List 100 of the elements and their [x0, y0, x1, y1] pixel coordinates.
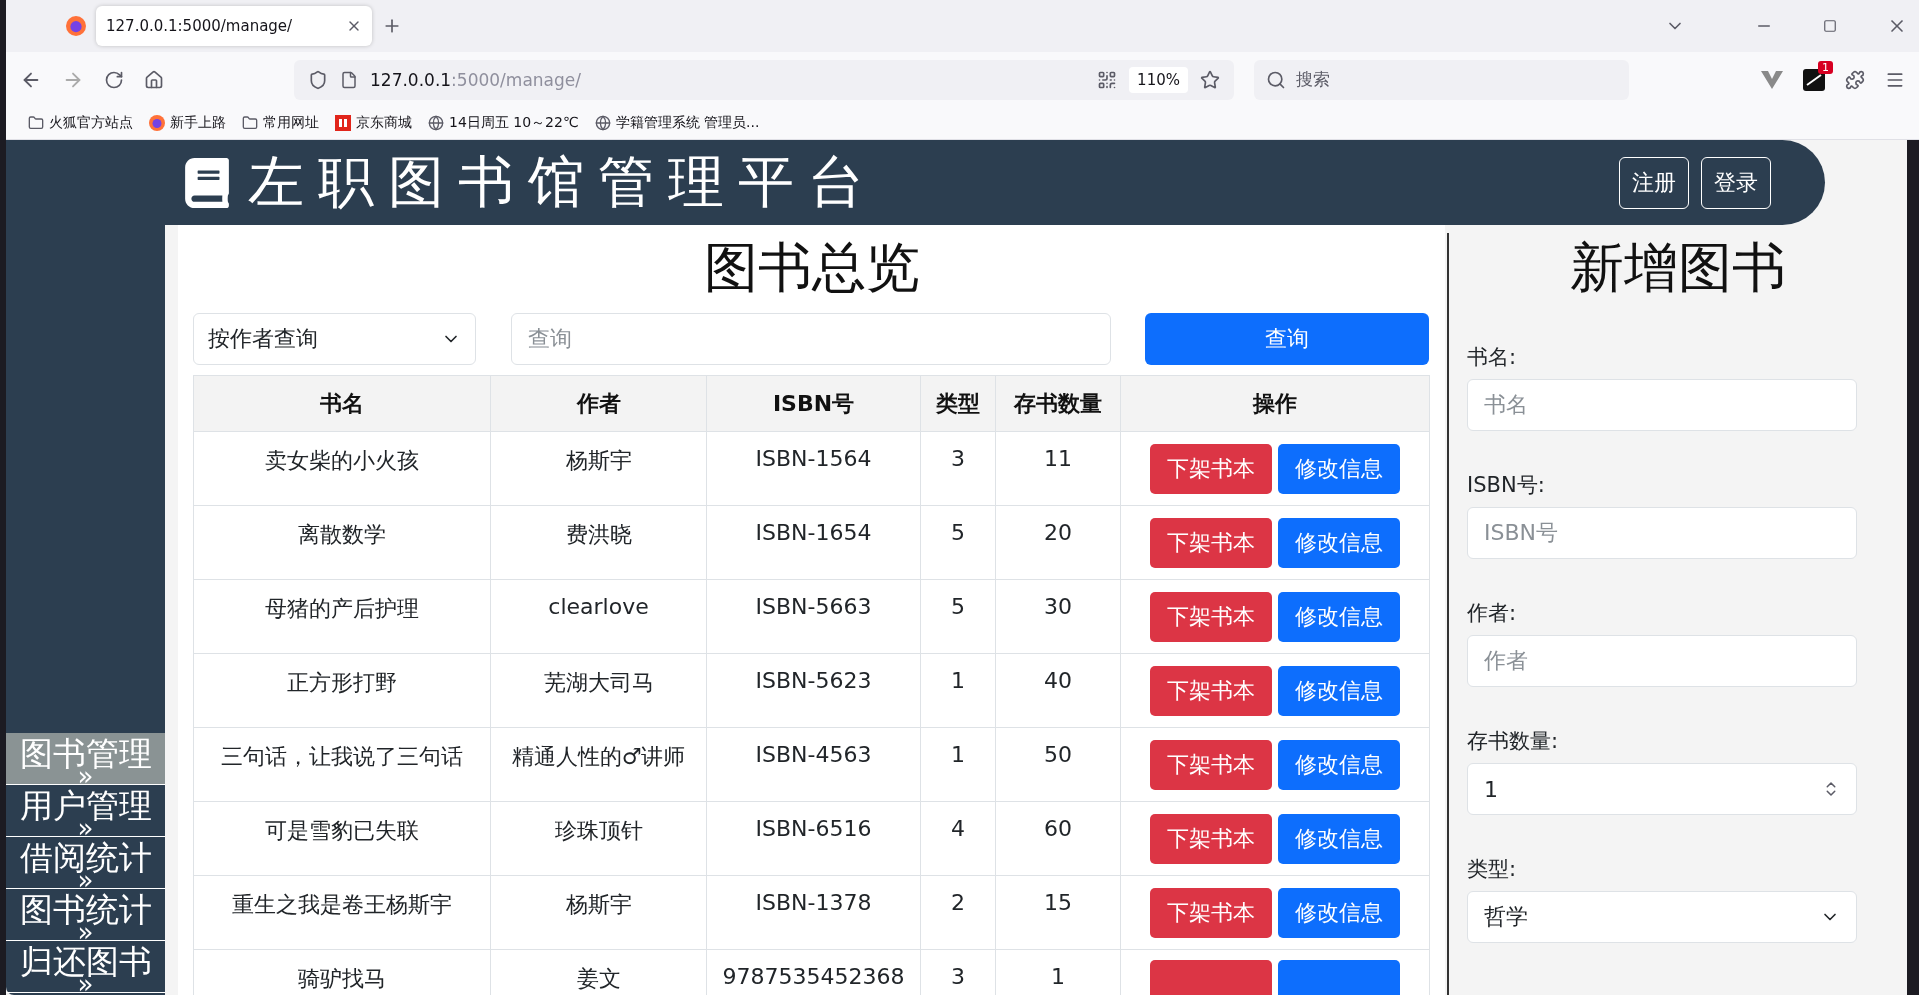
header-button[interactable]: 注册	[1619, 156, 1689, 209]
home-icon[interactable]	[144, 69, 164, 90]
edit-button[interactable]: 修改信息	[1278, 443, 1400, 494]
puzzle-icon[interactable]	[1845, 69, 1865, 90]
table-cell: 30	[995, 579, 1121, 654]
search-field[interactable]: 搜索	[1254, 59, 1629, 100]
edit-button[interactable]: 修改信息	[1278, 517, 1400, 568]
sidebar-item[interactable]: 借阅统计 »	[6, 837, 165, 889]
browser-logo-icon	[149, 115, 165, 131]
table-cell: 4	[920, 801, 996, 876]
table-cell: 杨斯宇	[490, 431, 707, 506]
shield-icon[interactable]	[308, 69, 328, 90]
number-field[interactable]: 1	[1467, 763, 1857, 815]
field-label: 书名:	[1467, 344, 1518, 371]
search-field[interactable]: 查询	[511, 313, 1111, 365]
sidebar-item[interactable]: 归还图书 »	[6, 941, 165, 993]
sidebar-item[interactable]: 图书管理 »	[6, 733, 165, 785]
table-cell: 重生之我是卷王杨斯宇	[193, 875, 491, 950]
folder-icon	[242, 115, 258, 131]
edit-button[interactable]: 修改信息	[1278, 813, 1400, 864]
field-label: 作者:	[1467, 600, 1518, 627]
input-field[interactable]: ISBN号	[1467, 507, 1857, 559]
edit-button[interactable]: 修改信息	[1278, 665, 1400, 716]
table-cell: 卖女柴的小火孩	[193, 431, 491, 506]
column-header: 操作	[1120, 375, 1430, 432]
browser-tab[interactable]: 127.0.0.1:5000/manage/	[96, 6, 372, 46]
site-title: 左职图书馆管理平台	[248, 147, 878, 216]
column-header: ISBN号	[706, 375, 921, 432]
table-cell: clearlove	[490, 579, 707, 654]
table-cell: 离散数学	[193, 505, 491, 580]
search-button[interactable]: 查询	[1145, 313, 1429, 365]
shop-logo-icon	[335, 115, 351, 131]
sidebar-item[interactable]: 用户管理 »	[6, 785, 165, 837]
edit-button[interactable]: 修改信息	[1278, 739, 1400, 790]
column-header: 书名	[193, 375, 491, 432]
folder-icon	[28, 115, 44, 131]
table-cell: 精通人性的♂讲师	[490, 727, 707, 802]
delist-button[interactable]: 下架书本	[1150, 443, 1272, 494]
header-button[interactable]: 登录	[1701, 156, 1771, 209]
table-cell: 三句话，让我说了三句话	[193, 727, 491, 802]
table-cell: ISBN-6516	[706, 801, 921, 876]
bookmark-item[interactable]: 14日周五 10～22℃	[428, 114, 579, 132]
bookmark-item[interactable]: 京东商城	[335, 114, 412, 132]
sidebar-item[interactable]: 图书统计 »	[6, 889, 165, 941]
table-cell: 5	[920, 579, 996, 654]
edit-button[interactable]: 修改信息	[1278, 591, 1400, 642]
table-cell: 正方形打野	[193, 653, 491, 728]
table-cell: ISBN-1654	[706, 505, 921, 580]
notification-badge: 1	[1818, 60, 1833, 74]
table-cell: ISBN-5623	[706, 653, 921, 728]
table-cell: 20	[995, 505, 1121, 580]
table-cell: 母猪的产后护理	[193, 579, 491, 654]
table-cell: 15	[995, 875, 1121, 950]
qr-code-icon[interactable]	[1097, 69, 1118, 90]
extension-icon[interactable]	[1803, 68, 1825, 91]
zoom-level[interactable]: 110%	[1129, 66, 1188, 93]
double-arrow: »	[77, 819, 94, 837]
section-title: 图书总览	[702, 235, 921, 301]
reload-icon[interactable]	[104, 69, 124, 90]
table-cell: 费洪晓	[490, 505, 707, 580]
edit-button[interactable]: 修改信息	[1278, 887, 1400, 938]
maximize-icon[interactable]	[1823, 19, 1837, 33]
input-field[interactable]: 书名	[1467, 379, 1857, 431]
search-icon	[1266, 69, 1286, 90]
double-arrow: »	[77, 923, 94, 941]
select-field[interactable]: 哲学	[1467, 891, 1857, 943]
delist-button[interactable]: 下架书本	[1150, 887, 1272, 938]
v-logo-icon[interactable]	[1761, 70, 1783, 89]
table-cell: 3	[920, 431, 996, 506]
browser-logo-icon[interactable]	[66, 16, 86, 36]
bookmark-item[interactable]: 学籍管理系统 管理员...	[594, 114, 760, 132]
globe-icon	[594, 115, 611, 131]
bookmark-item[interactable]: 常用网址	[242, 114, 319, 132]
address-bar[interactable]: 127.0.0.1:5000/manage/ 110%	[294, 59, 1234, 100]
delist-button[interactable]: 下架书本	[1150, 813, 1272, 864]
table-cell: 1	[920, 653, 996, 728]
book-icon	[182, 157, 232, 208]
delist-button[interactable]: 下架书本	[1150, 517, 1272, 568]
delist-button[interactable]: 下架书本	[1150, 591, 1272, 642]
form-title: 新增图书	[1569, 235, 1787, 301]
delist-button[interactable]: 下架书本	[1150, 665, 1272, 716]
table-cell: 60	[995, 801, 1121, 876]
table-cell: ISBN-1378	[706, 875, 921, 950]
filter-select[interactable]: 按作者查询	[193, 313, 476, 365]
bookmark-item[interactable]: 新手上路	[149, 114, 226, 132]
field-label: 存书数量:	[1467, 728, 1560, 755]
delist-button[interactable]: 下架书本	[1150, 739, 1272, 790]
bookmark-item[interactable]: 火狐官方站点	[28, 114, 133, 132]
table-cell: 1	[920, 727, 996, 802]
input-field[interactable]: 作者	[1467, 635, 1857, 687]
table-cell: ISBN-5663	[706, 579, 921, 654]
table-cell: ISBN-4563	[706, 727, 921, 802]
table-cell: 5	[920, 505, 996, 580]
star-icon[interactable]	[1200, 69, 1220, 90]
globe-icon	[428, 115, 444, 131]
table-cell: 可是雪豹已失联	[193, 801, 491, 876]
field-label: 类型:	[1467, 856, 1518, 883]
page-icon	[340, 70, 358, 89]
column-header: 作者	[490, 375, 707, 432]
column-header: 存书数量	[995, 375, 1121, 432]
